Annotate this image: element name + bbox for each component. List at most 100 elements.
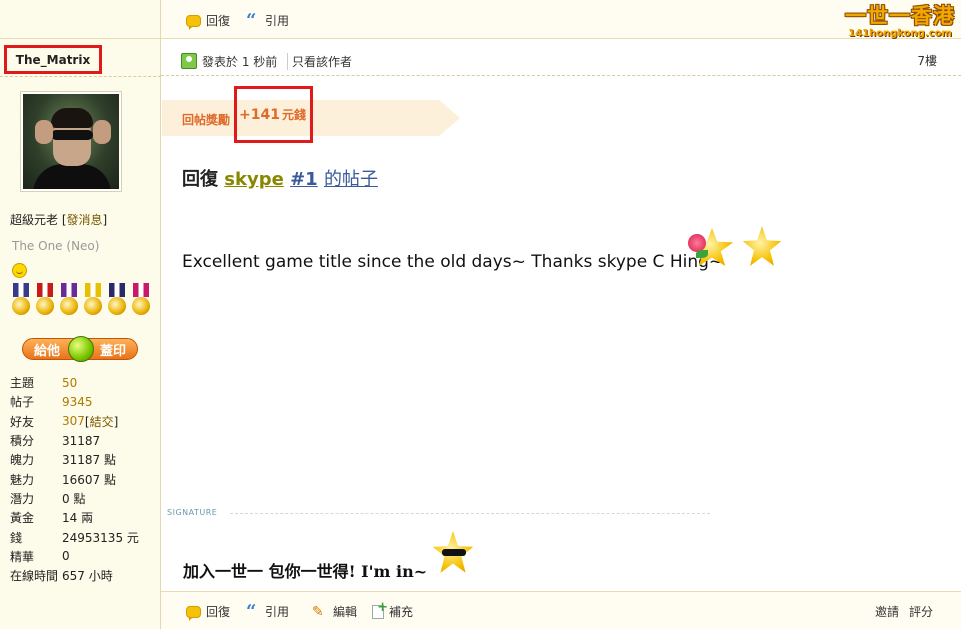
stat-value: 0 點 xyxy=(62,491,86,506)
only-author-link[interactable]: 只看該作者 xyxy=(287,53,352,70)
invite-link[interactable]: 邀請 xyxy=(875,603,899,620)
stat-key: 積分 xyxy=(10,434,35,449)
user-stats: 主題 50 帖子 9345 好友 307 [結交] 積分 31187 魄力 31187 點魅力 16… xyxy=(10,373,160,585)
reply-prefix: 回復 xyxy=(182,169,218,190)
reward-label: 回帖獎勵 xyxy=(182,113,231,127)
stat-key: 帖子 xyxy=(10,395,35,410)
site-logo[interactable]: 一世一香港 141hongkong.com xyxy=(845,4,955,39)
reward-unit: 元錢 xyxy=(281,108,306,122)
avatar-image xyxy=(23,94,119,189)
stat-value: 16607 點 xyxy=(62,472,116,487)
give-stamp-button[interactable]: 給他 蓋印 xyxy=(22,336,138,362)
forum-post-view: 回復 “ 引用 一世一香港 141hongkong.com The_Matrix… xyxy=(0,0,961,629)
stat-row: 主題 50 xyxy=(10,373,160,392)
medal-icon[interactable] xyxy=(82,283,104,319)
add-button[interactable]: 補充 xyxy=(372,600,414,620)
quote-icon: “ xyxy=(246,600,257,622)
stat-row: 在線時間 657 小時 xyxy=(10,566,160,585)
add-note-icon xyxy=(372,600,388,619)
stat-value[interactable]: 9345 xyxy=(62,395,93,409)
floor-number[interactable]: 7樓 xyxy=(917,52,937,69)
rank-label: 超級元老 xyxy=(10,213,59,227)
stat-value: 14 兩 xyxy=(62,511,94,526)
post-message: Excellent game title since the old days~… xyxy=(182,252,724,272)
quote-label: 引用 xyxy=(265,605,290,619)
medal-icon[interactable] xyxy=(106,283,128,319)
add-friend-link[interactable]: 結交 xyxy=(90,415,114,429)
stat-value[interactable]: 50 xyxy=(62,376,77,390)
add-label: 補充 xyxy=(389,605,414,619)
quote-button[interactable]: “ 引用 xyxy=(246,600,290,622)
stat-value: 24953135 元 xyxy=(62,530,139,545)
stat-row: 積分 31187 xyxy=(10,431,160,450)
stat-key: 錢 xyxy=(10,530,23,545)
divider xyxy=(0,76,161,77)
medal-icon[interactable] xyxy=(10,283,32,319)
sunglasses-star-emoticon xyxy=(432,531,474,575)
post-extra-actions: 邀請 評分 xyxy=(875,603,933,620)
reply-button-top[interactable]: 回復 xyxy=(186,12,231,30)
stat-value: 31187 xyxy=(62,433,101,448)
stamp-ball-icon xyxy=(68,336,94,362)
stat-key: 好友 xyxy=(10,414,35,429)
medal-icon[interactable] xyxy=(34,283,56,319)
quote-icon: “ xyxy=(246,9,257,31)
signature-text: 加入一世一 包你一世得! I'm in~ xyxy=(183,562,428,581)
stat-row: 潛力 0 點 xyxy=(10,489,160,508)
reply-icon xyxy=(186,14,201,30)
edit-button[interactable]: ✎ 編輯 xyxy=(312,603,357,620)
medal-icon[interactable] xyxy=(58,283,80,319)
stat-row: 黃金 14 兩 xyxy=(10,508,160,527)
post-actions: 回復 “ 引用 ✎ 編輯 補充 邀請 評分 xyxy=(161,591,961,629)
reply-label: 回復 xyxy=(206,605,231,619)
topbar-left-spacer xyxy=(0,0,161,39)
give-stamp-right: 蓋印 xyxy=(99,343,126,359)
user-rank: 超級元老 [發消息] xyxy=(10,213,108,227)
stat-row: 精華 0 xyxy=(10,547,160,566)
stat-key: 精華 xyxy=(10,549,35,564)
avatar[interactable] xyxy=(20,91,122,192)
custom-title: The One (Neo) xyxy=(12,239,100,253)
thread-suffix-link[interactable]: 的帖子 xyxy=(324,169,378,190)
reward-value-box: +141 元錢 xyxy=(234,86,313,143)
give-stamp-left: 給他 xyxy=(34,343,61,359)
reply-icon xyxy=(186,605,201,621)
user-info-panel: The_Matrix 超級元老 [發消息] The One (Neo) 給他 蓋… xyxy=(0,39,161,629)
logo-sub-text: 141hongkong.com xyxy=(848,28,952,39)
reply-reward-banner: 回帖獎勵 +141 元錢 xyxy=(162,86,462,143)
stat-key: 在線時間 xyxy=(10,569,59,584)
signature-divider xyxy=(230,513,710,514)
edit-label: 編輯 xyxy=(333,605,358,619)
online-status-icon xyxy=(181,53,197,69)
stat-row: 好友 307 [結交] xyxy=(10,412,160,431)
signature-label: SIGNATURE xyxy=(167,508,218,517)
pencil-icon: ✎ xyxy=(312,603,324,620)
thread-author-link[interactable]: skype xyxy=(224,169,284,190)
rose-star-emoticon xyxy=(688,228,734,268)
post-header: 發表於 1 秒前 只看該作者 7樓 xyxy=(161,44,961,76)
quote-button-top[interactable]: “ 引用 xyxy=(246,9,290,31)
stat-key: 主題 xyxy=(10,376,35,391)
stat-row: 帖子 9345 xyxy=(10,392,160,411)
logo-main-text: 一世一香港 xyxy=(845,4,955,28)
reply-button[interactable]: 回復 xyxy=(186,603,231,621)
thread-floor-link[interactable]: #1 xyxy=(290,169,318,190)
send-message-link[interactable]: 發消息 xyxy=(67,213,103,227)
stat-value: 657 小時 xyxy=(62,569,113,584)
stat-key: 魅力 xyxy=(10,472,35,487)
smile-icon xyxy=(12,263,27,278)
rate-link[interactable]: 評分 xyxy=(909,603,933,620)
stat-row: 錢 24953135 元 xyxy=(10,527,160,546)
medal-icon[interactable] xyxy=(130,283,152,319)
stat-key: 魄力 xyxy=(10,453,35,468)
stat-value: 0 xyxy=(62,549,70,564)
reply-label: 回復 xyxy=(206,14,231,28)
username-link[interactable]: The_Matrix xyxy=(4,45,102,74)
reward-amount: +141 xyxy=(239,106,280,123)
stat-value[interactable]: 307 xyxy=(62,414,85,428)
reply-reference: 回復 skype #1 的帖子 xyxy=(182,165,378,191)
stat-key: 黃金 xyxy=(10,511,35,526)
thumbs-up-star-emoticon xyxy=(742,226,782,268)
stat-value: 31187 點 xyxy=(62,453,116,468)
quote-label: 引用 xyxy=(265,14,290,28)
